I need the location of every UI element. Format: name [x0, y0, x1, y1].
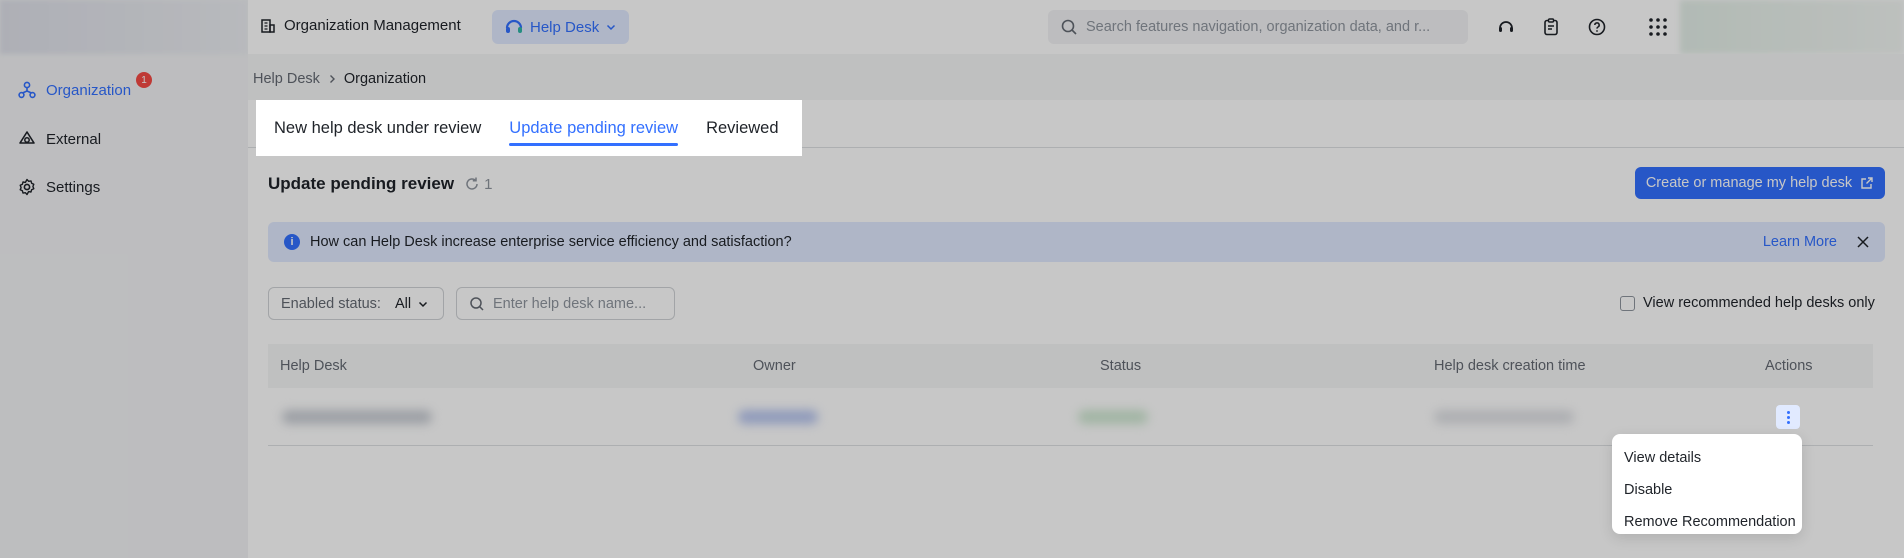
blurred-creation-time [1434, 410, 1574, 424]
blurred-status [1078, 410, 1148, 424]
help-desk-search-input[interactable]: Enter help desk name... [456, 287, 675, 320]
learn-more-link[interactable]: Learn More [1763, 234, 1837, 250]
app-grid-icon[interactable] [1646, 15, 1670, 39]
chevron-right-icon [329, 75, 335, 83]
column-header: Actions [1765, 358, 1813, 374]
info-banner: i How can Help Desk increase enterprise … [268, 222, 1885, 262]
section-header: Update pending review 1 [268, 174, 492, 194]
enabled-status-select[interactable]: Enabled status: All [268, 287, 444, 320]
row-actions-menu: View details Disable Remove Recommendati… [1612, 434, 1802, 534]
pending-count: 1 [464, 176, 492, 193]
breadcrumb-bar [248, 54, 1904, 100]
org-logo [0, 0, 248, 54]
org-tree-icon [18, 81, 36, 99]
close-icon[interactable] [1855, 234, 1871, 250]
search-icon [470, 296, 484, 311]
recommended-only-checkbox[interactable]: View recommended help desks only [1620, 295, 1875, 311]
column-header: Owner [753, 358, 796, 374]
more-icon [1786, 410, 1790, 414]
menu-item-remove-recommendation[interactable]: Remove Recommendation [1612, 506, 1802, 538]
search-icon [1061, 19, 1077, 35]
checkbox[interactable] [1620, 295, 1635, 311]
info-icon: i [284, 234, 300, 250]
review-tabs: New help desk under review Update pendin… [256, 100, 802, 156]
table-header: Help Desk Owner Status Help desk creatio… [268, 344, 1873, 388]
page-title: Update pending review [268, 174, 455, 193]
refresh-icon [466, 177, 478, 190]
sidebar-item-label: External [46, 130, 102, 148]
tab-update-pending-review[interactable]: Update pending review [509, 100, 678, 156]
sidebar-item-label: Settings [46, 178, 101, 196]
column-header: Help Desk [280, 358, 347, 374]
chevron-down-icon [419, 301, 428, 307]
blurred-help-desk-name [282, 410, 432, 424]
sidebar-item-organization[interactable]: Organization [18, 81, 131, 99]
clipboard-icon[interactable] [1539, 15, 1563, 39]
external-org-icon [19, 131, 35, 144]
global-search-input[interactable]: Search features navigation, organization… [1048, 10, 1468, 44]
breadcrumb-parent[interactable]: Help Desk [253, 71, 320, 87]
more-actions-button[interactable] [1776, 405, 1800, 429]
building-icon [261, 18, 275, 33]
app-switcher-button[interactable]: Help Desk [492, 10, 630, 44]
breadcrumb: Help Desk Organization [253, 71, 426, 87]
sidebar-item-label: Organization [46, 81, 132, 99]
column-header: Status [1100, 358, 1142, 374]
help-icon[interactable] [1585, 15, 1609, 39]
gear-icon [19, 178, 35, 196]
notification-badge: 1 [136, 72, 152, 88]
external-link-icon [1861, 177, 1873, 189]
user-area [1680, 0, 1904, 54]
create-help-desk-button[interactable]: Create or manage my help desk [1635, 167, 1885, 199]
column-header: Help desk creation time [1434, 358, 1586, 374]
tab-new-help-desk-under-review[interactable]: New help desk under review [274, 100, 481, 156]
menu-item-disable[interactable]: Disable [1612, 474, 1802, 506]
app-title: Organization Management [260, 17, 461, 34]
blurred-owner [738, 410, 818, 424]
chevron-down-icon [607, 24, 616, 31]
sidebar-item-settings[interactable]: Settings [18, 178, 100, 196]
sidebar-item-external[interactable]: External [18, 130, 101, 148]
breadcrumb-current: Organization [343, 71, 427, 87]
customer-service-icon[interactable] [1494, 15, 1518, 39]
menu-item-view-details[interactable]: View details [1612, 442, 1802, 474]
tab-reviewed[interactable]: Reviewed [706, 100, 778, 156]
headset-icon [505, 19, 523, 33]
